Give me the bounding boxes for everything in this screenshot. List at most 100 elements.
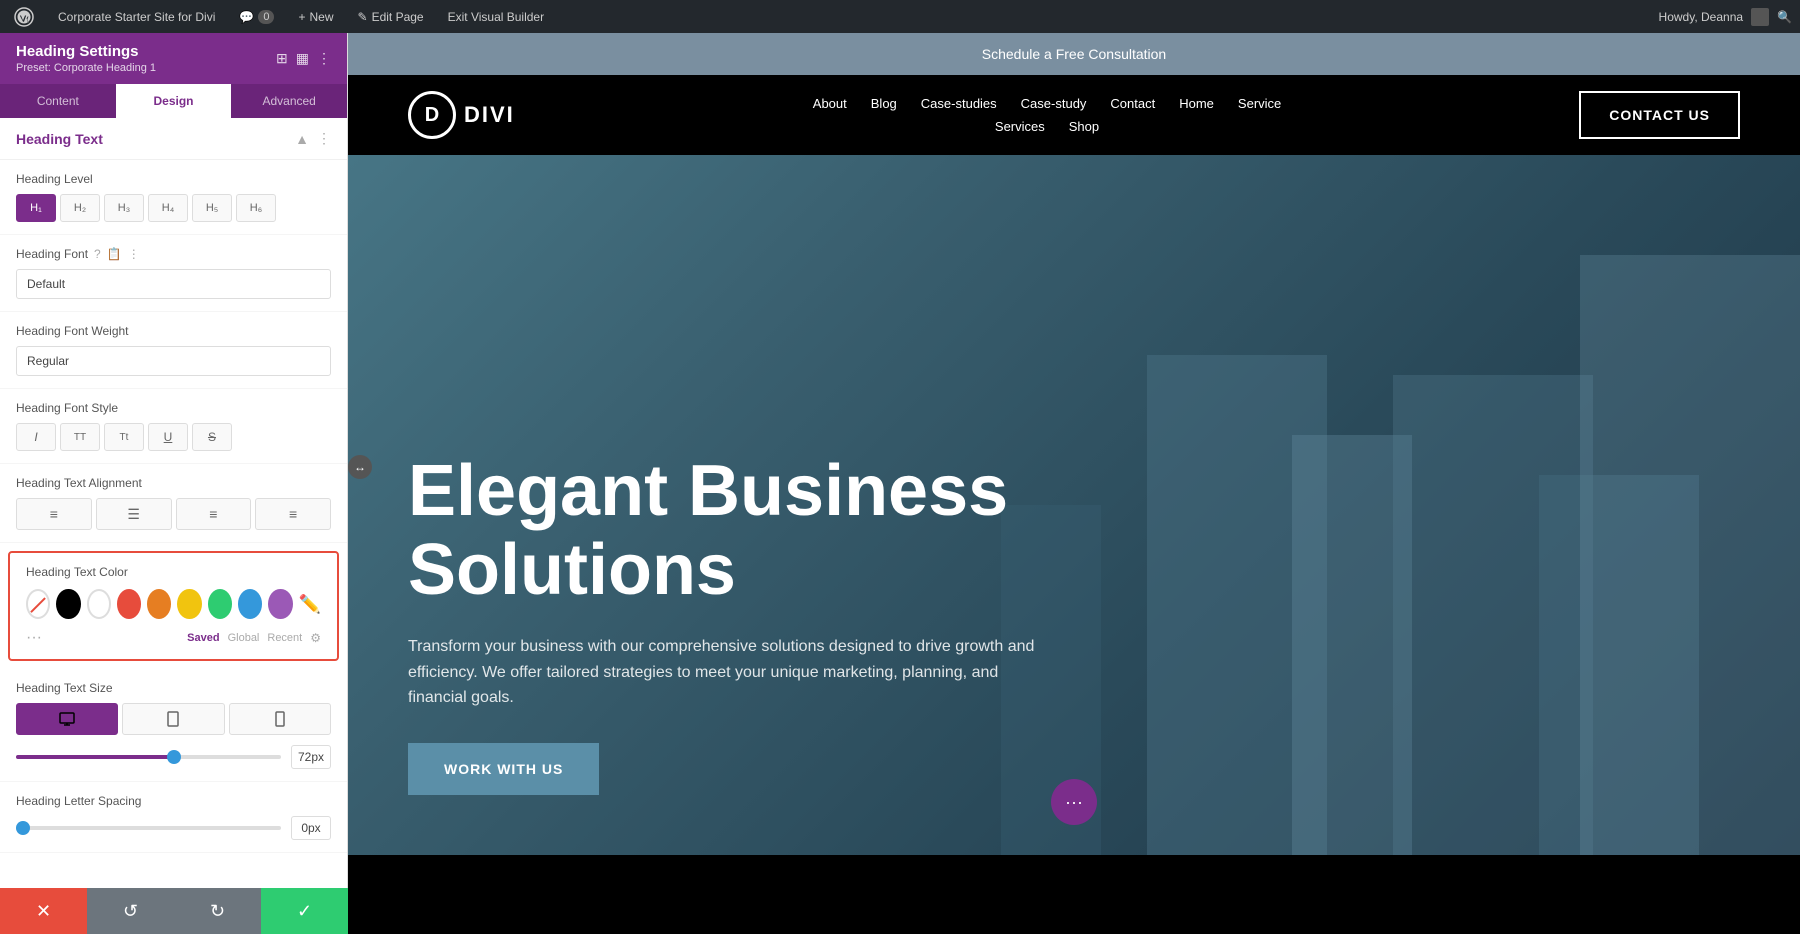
underline-button[interactable]: U [148,423,188,451]
contact-us-button[interactable]: CONTACT US [1579,91,1740,139]
align-justify-button[interactable]: ≡ [255,498,331,530]
save-button[interactable]: ✓ [261,888,348,934]
panel-title: Heading Settings [16,43,156,60]
heading-text-size-label: Heading Text Size [16,681,331,695]
nav-shop[interactable]: Shop [1069,115,1099,138]
desktop-size-button[interactable] [16,703,118,735]
fab-menu-button[interactable]: ··· [1051,779,1097,825]
panel-header-icons: ⊞ ▦ ⋮ [276,50,331,67]
panel-layout-icon[interactable]: ▦ [296,50,309,67]
site-logo[interactable]: D DIVI [408,91,515,139]
font-style-buttons: I TT Tt U S [16,423,331,451]
capitalize-button[interactable]: Tt [104,423,144,451]
black-swatch[interactable] [56,589,80,619]
site-name[interactable]: DIVI Corporate Starter Site for Divi [52,0,221,33]
hero-title: Elegant Business Solutions [408,452,1088,610]
uppercase-button[interactable]: TT [60,423,100,451]
panel-footer: ✕ ↺ ↻ ✓ [0,888,348,934]
green-swatch[interactable] [208,589,232,619]
nav-blog[interactable]: Blog [871,92,897,115]
website-content: Schedule a Free Consultation D DIVI Abou… [348,33,1800,934]
tab-advanced[interactable]: Advanced [231,84,347,118]
exit-builder-button[interactable]: Exit Visual Builder [442,0,551,33]
section-title: Heading Text [16,131,103,147]
collapse-icon[interactable]: ▲ [295,131,309,147]
more-colors-button[interactable]: ··· [26,629,42,647]
h4-button[interactable]: H₄ [148,194,188,222]
font-more-icon[interactable]: ⋮ [128,247,140,261]
tab-content[interactable]: Content [0,84,116,118]
nav-contact[interactable]: Contact [1110,92,1155,115]
h5-button[interactable]: H₅ [192,194,232,222]
color-picker-icon[interactable]: ✏️ [299,594,321,615]
search-icon[interactable]: 🔍 [1777,10,1792,24]
mobile-size-button[interactable] [229,703,331,735]
tablet-size-button[interactable] [122,703,224,735]
yellow-swatch[interactable] [177,589,201,619]
h6-button[interactable]: H₆ [236,194,276,222]
main-layout: Heading Settings Preset: Corporate Headi… [0,33,1800,934]
heading-font-select[interactable]: Default [16,269,331,299]
align-center-button[interactable]: ☰ [96,498,172,530]
cancel-button[interactable]: ✕ [0,888,87,934]
new-button[interactable]: + New [292,0,339,33]
hero-content: Elegant Business Solutions Transform you… [348,452,1148,795]
text-size-value[interactable]: 72px [291,745,331,769]
global-colors-tab[interactable]: Global [228,632,260,644]
h2-button[interactable]: H₂ [60,194,100,222]
h1-button[interactable]: H₁ [16,194,56,222]
heading-text-color-label: Heading Text Color [26,565,321,579]
heading-font-weight-select[interactable]: Regular [16,346,331,376]
nav-home[interactable]: Home [1179,92,1214,115]
heading-letter-spacing-label: Heading Letter Spacing [16,794,331,808]
wp-logo-button[interactable] [8,0,40,33]
work-with-us-button[interactable]: WORK WITH US [408,743,599,795]
recent-colors-tab[interactable]: Recent [267,632,302,644]
font-help-icon[interactable]: ? [94,247,101,261]
edit-page-button[interactable]: ✎ Edit Page [352,0,430,33]
right-preview: Schedule a Free Consultation D DIVI Abou… [348,33,1800,934]
h3-button[interactable]: H₃ [104,194,144,222]
nav-about[interactable]: About [813,92,847,115]
nav-items: About Blog Case-studies Case-study Conta… [813,92,1282,138]
nav-row-main: About Blog Case-studies Case-study Conta… [813,92,1282,115]
admin-bar: DIVI Corporate Starter Site for Divi 💬 0… [0,0,1800,33]
letter-spacing-slider[interactable] [16,826,281,830]
align-left-button[interactable]: ≡ [16,498,92,530]
redo-button[interactable]: ↻ [174,888,261,934]
purple-swatch[interactable] [268,589,292,619]
white-swatch[interactable] [87,589,111,619]
saved-colors-tab[interactable]: Saved [187,632,219,644]
logo-text: DIVI [464,102,515,128]
font-copy-icon[interactable]: 📋 [107,247,122,261]
user-avatar[interactable] [1751,8,1769,26]
nav-service[interactable]: Service [1238,92,1281,115]
italic-button[interactable]: I [16,423,56,451]
nav-case-studies[interactable]: Case-studies [921,92,997,115]
panel-settings-icon[interactable]: ⊞ [276,50,288,67]
heading-text-alignment-group: Heading Text Alignment ≡ ☰ ≡ ≡ [0,464,347,543]
resize-handle[interactable]: ↔ [348,455,372,479]
orange-swatch[interactable] [147,589,171,619]
section-more-icon[interactable]: ⋮ [317,130,331,147]
strikethrough-button[interactable]: S [192,423,232,451]
tab-design[interactable]: Design [116,84,232,118]
color-settings-icon[interactable]: ⚙ [310,631,321,645]
red-swatch[interactable] [117,589,141,619]
size-slider-container: 72px [16,745,331,769]
comments-button[interactable]: 💬 0 [233,0,280,33]
transparent-swatch[interactable] [26,589,50,619]
blue-swatch[interactable] [238,589,262,619]
letter-spacing-value[interactable]: 0px [291,816,331,840]
panel-more-icon[interactable]: ⋮ [317,50,331,67]
section-header: Heading Text ▲ ⋮ [0,118,347,160]
nav-case-study[interactable]: Case-study [1021,92,1087,115]
logo-circle: D [408,91,456,139]
user-greeting: Howdy, Deanna [1659,10,1744,24]
nav-services[interactable]: Services [995,115,1045,138]
undo-button[interactable]: ↺ [87,888,174,934]
heading-text-alignment-label: Heading Text Alignment [16,476,331,490]
align-right-button[interactable]: ≡ [176,498,252,530]
heading-font-group: Heading Font ? 📋 ⋮ Default [0,235,347,312]
text-size-slider[interactable] [16,755,281,759]
